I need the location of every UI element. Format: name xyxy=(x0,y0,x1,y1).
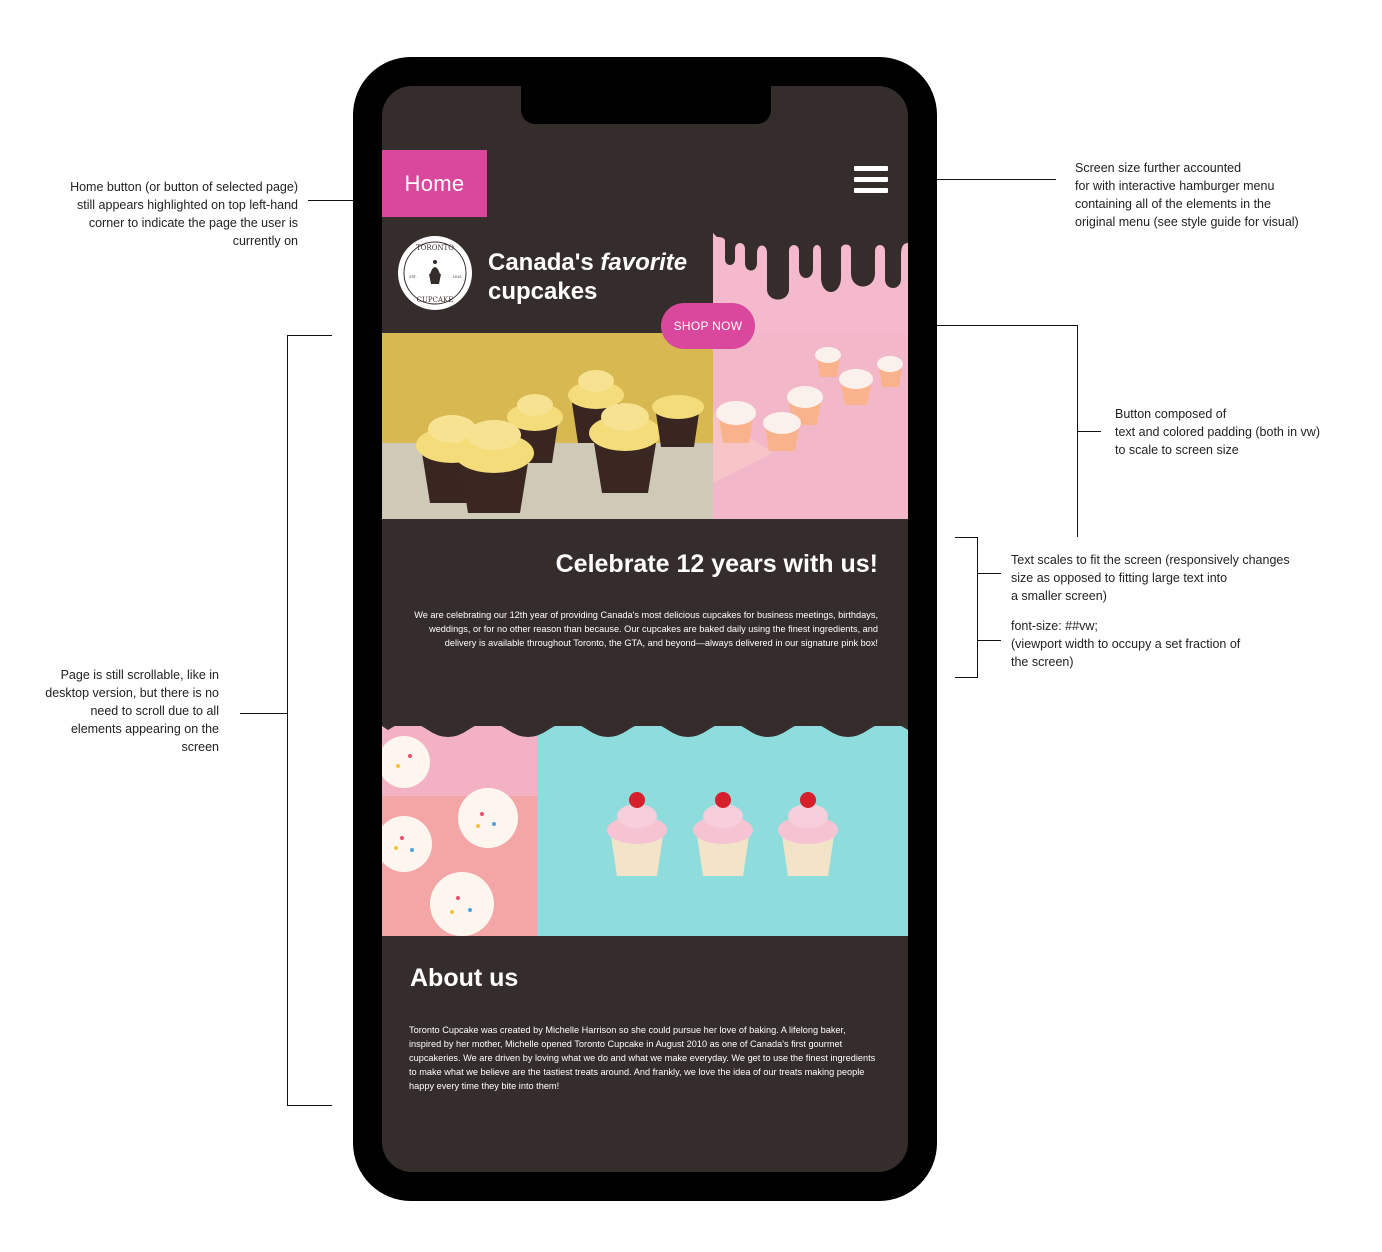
scroll-bracket-tick xyxy=(240,713,287,714)
scroll-bracket-top xyxy=(287,335,332,336)
logo-year: 2010 xyxy=(453,275,462,279)
hero-title-italic: favorite xyxy=(600,249,688,276)
logo-text-top: TORONTO xyxy=(416,244,454,252)
scroll-bracket-vertical xyxy=(287,335,288,1106)
yellow-cupcakes-photo xyxy=(382,333,713,519)
annotation-line: Home button (or button of selected page) xyxy=(70,180,298,194)
annotation-line: still appears highlighted on top left-ha… xyxy=(77,198,298,212)
phone-screen[interactable]: Home TORONTO CUPCAKE EST. 2010 Canada's … xyxy=(382,86,908,1172)
about-heading: About us xyxy=(410,964,519,992)
pink-sprinkle-cupcakes-photo xyxy=(713,333,908,519)
annotation-line: currently on xyxy=(232,234,298,248)
annotation-line: corner to indicate the page the user is xyxy=(88,216,298,230)
annotation-line: to scale to screen size xyxy=(1115,443,1239,457)
menu-annotation: Screen size further accounted for with i… xyxy=(1075,159,1365,231)
home-button-annotation: Home button (or button of selected page)… xyxy=(22,178,298,250)
text-bracket-vertical xyxy=(977,537,978,678)
celebrate-paragraph: We are celebrating our 12th year of prov… xyxy=(414,610,878,648)
sprinkle-cupcakes-topview-photo xyxy=(382,726,537,936)
wave-divider-decoration xyxy=(382,716,908,737)
annotation-line: screen xyxy=(181,740,219,754)
shop-now-button[interactable]: SHOP NOW xyxy=(661,303,755,349)
scroll-bracket-bottom xyxy=(287,1105,332,1106)
logo-est: EST. xyxy=(409,275,416,279)
annotation-line: for with interactive hamburger menu xyxy=(1075,179,1275,193)
annotation-line: size as opposed to fitting large text in… xyxy=(1011,571,1228,585)
chocolate-drip-decoration xyxy=(713,233,908,300)
annotation-line: the screen) xyxy=(1011,655,1074,669)
celebrate-heading: Celebrate 12 years with us! xyxy=(555,550,878,578)
text-bracket-tick2 xyxy=(977,640,1001,641)
text-bracket-top xyxy=(955,537,978,538)
annotation-line: Screen size further accounted xyxy=(1075,161,1242,175)
cherry-cupcakes-photo xyxy=(537,726,908,936)
logo-text-bottom: CUPCAKE xyxy=(417,296,454,304)
annotation-line: Text scales to fit the screen (responsiv… xyxy=(1011,553,1290,567)
annotation-line: original menu (see style guide for visua… xyxy=(1075,215,1299,229)
hero-title-line2: cupcakes xyxy=(488,278,598,305)
annotation-line: a smaller screen) xyxy=(1011,589,1107,603)
annotation-line: (viewport width to occupy a set fraction… xyxy=(1011,637,1241,651)
home-nav-button[interactable]: Home xyxy=(382,150,487,217)
phone-notch xyxy=(521,84,771,124)
about-paragraph: Toronto Cupcake was created by Michelle … xyxy=(409,1025,876,1091)
annotation-line: Button composed of xyxy=(1115,407,1227,421)
annotation-line: elements appearing on the xyxy=(70,722,219,736)
annotation-line: Page is still scrollable, like in xyxy=(60,668,219,682)
hero-title: Canada's favorite cupcakes xyxy=(488,248,687,306)
hero-title-part: Canada's xyxy=(488,249,601,276)
hamburger-menu-icon[interactable] xyxy=(854,166,888,194)
button-annotation: Button composed of text and colored padd… xyxy=(1115,405,1365,459)
scroll-annotation: Page is still scrollable, like in deskto… xyxy=(10,666,219,756)
annotation-line: containing all of the elements in the xyxy=(1075,197,1271,211)
annotation-line: text and colored padding (both in vw) xyxy=(1115,425,1320,439)
text-bracket-tick1 xyxy=(977,573,1001,574)
annotation-line: font-size: ##vw; xyxy=(1011,619,1098,633)
text-scale-annotation: Text scales to fit the screen (responsiv… xyxy=(1011,551,1331,605)
button-annotation-connector-tick xyxy=(1077,431,1101,432)
font-size-annotation: font-size: ##vw; (viewport width to occu… xyxy=(1011,617,1331,671)
annotation-line: need to scroll due to all xyxy=(90,704,219,718)
text-bracket-bottom xyxy=(955,677,978,678)
annotation-line: desktop version, but there is no xyxy=(45,686,219,700)
cupcake-logo-icon: TORONTO CUPCAKE EST. 2010 xyxy=(398,236,472,310)
